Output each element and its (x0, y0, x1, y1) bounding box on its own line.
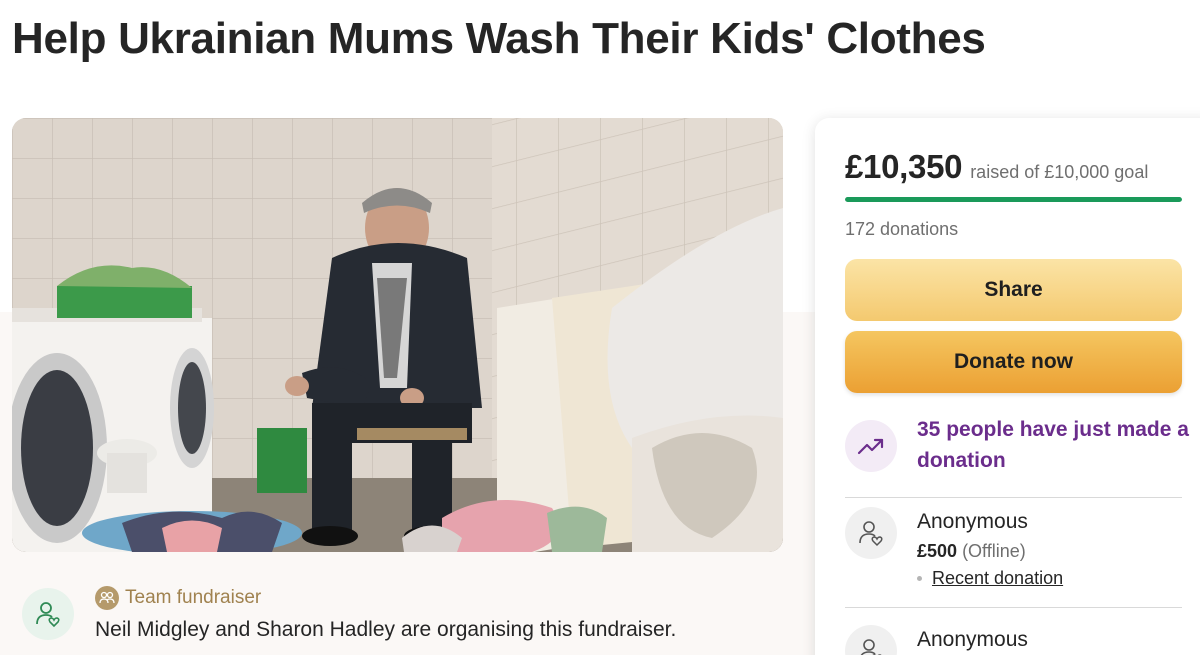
goal-text: raised of £10,000 goal (970, 162, 1149, 182)
share-button[interactable]: Share (845, 259, 1182, 321)
team-fundraiser-badge: Team fundraiser (95, 585, 261, 611)
person-heart-icon (860, 639, 882, 655)
donor-avatar (845, 625, 897, 655)
donor-name: Anonymous (917, 510, 1028, 533)
bullet-dot (917, 576, 922, 581)
hero-image (12, 118, 783, 552)
trending-up-icon (857, 438, 884, 455)
organizer-avatar (22, 588, 74, 640)
donor-tag-row: Recent donation (917, 568, 1063, 589)
donor-amount: £500 (917, 541, 958, 561)
team-icon (95, 586, 119, 610)
raised-amount: £10,350 (845, 148, 963, 185)
progress-bar (845, 197, 1182, 202)
donor-name: Anonymous (917, 628, 1028, 651)
progress-fill (845, 197, 1182, 202)
recent-activity-text: 35 people have just made a donation (917, 418, 1189, 472)
hero-photo-scene (12, 118, 783, 552)
recent-donation-link[interactable]: Recent donation (932, 568, 1063, 589)
divider (845, 497, 1182, 498)
person-heart-icon (36, 602, 60, 628)
raised-summary: £10,350 raised of £10,000 goal (845, 148, 1148, 186)
donate-now-button[interactable]: Donate now (845, 331, 1182, 393)
donation-card: £10,350 raised of £10,000 goal 172 donat… (815, 118, 1200, 655)
donor-amount-note: (Offline) (962, 541, 1026, 561)
donor-amount-row: £500 (Offline) (917, 541, 1026, 562)
donor-avatar (845, 507, 897, 559)
donation-count: 172 donations (845, 219, 959, 239)
divider (845, 607, 1182, 608)
trend-icon-circle (845, 420, 897, 472)
page-title: Help Ukrainian Mums Wash Their Kids' Clo… (12, 14, 986, 63)
organizer-description: Neil Midgley and Sharon Hadley are organ… (95, 618, 677, 641)
person-heart-icon (859, 521, 883, 547)
team-fundraiser-label: Team fundraiser (125, 587, 262, 608)
